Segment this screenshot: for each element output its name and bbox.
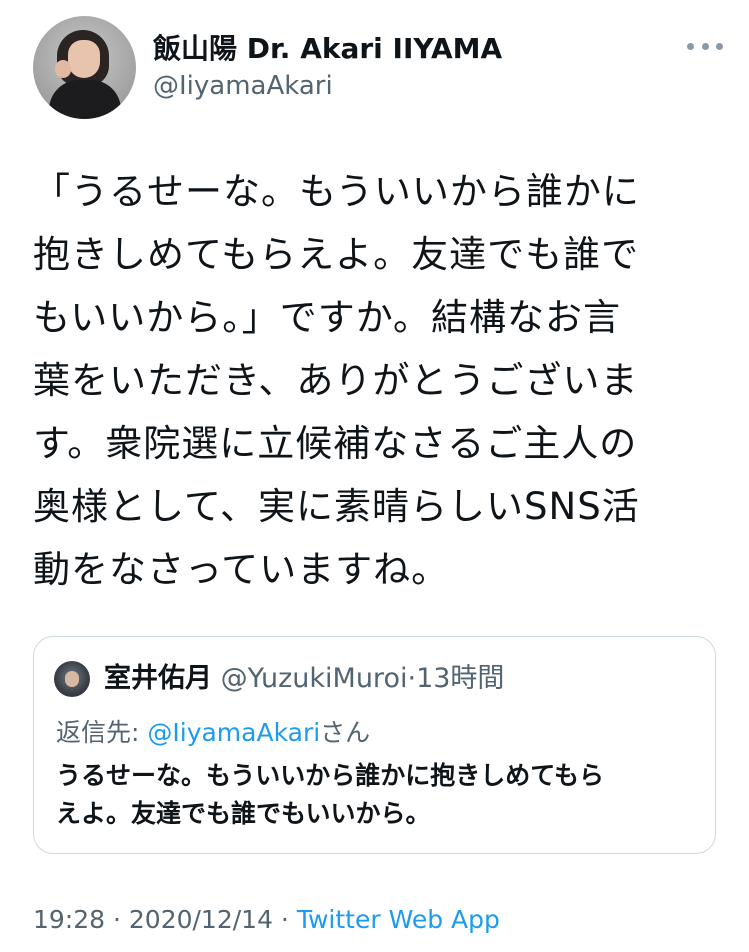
tweet-text-line: 葉をいただき、ありがとうございま	[33, 359, 639, 402]
tweet-text-line: 「うるせーな。もういいから誰かに	[33, 170, 640, 213]
quoted-tweet[interactable]: 室井佑月 @YuzukiMuroi·13時間 返信先: @IiyamaAkari…	[33, 636, 716, 854]
tweet-text-line: 抱きしめてもらえよ。友達でも誰で	[33, 233, 640, 276]
more-dot	[701, 42, 709, 50]
reply-handle-link[interactable]: @IiyamaAkari	[147, 718, 320, 747]
avatar-hand	[55, 60, 71, 78]
quoted-text-line: うるせーな。もういいから誰かに抱きしめてもら	[56, 761, 605, 790]
tweet-date[interactable]: 2020/12/14	[129, 905, 273, 934]
more-dot	[687, 42, 694, 50]
quoted-display-name[interactable]: 室井佑月	[104, 663, 212, 694]
meta-separator: ·	[272, 905, 297, 934]
reply-suffix: さん	[320, 718, 371, 747]
quoted-text: うるせーな。もういいから誰かに抱きしめてもら えよ。友達でも誰でもいいから。	[56, 757, 696, 833]
tweet-text-line: 動をなさっていますね。	[33, 548, 450, 591]
tweet: 飯山陽 Dr. Akari IIYAMA @IiyamaAkari 「うるせーな…	[0, 0, 749, 952]
tweet-header: 飯山陽 Dr. Akari IIYAMA @IiyamaAkari	[33, 16, 723, 120]
quoted-avatar[interactable]	[54, 661, 90, 697]
quoted-header: 室井佑月 @YuzukiMuroi·13時間	[104, 663, 504, 695]
author-handle[interactable]: @IiyamaAkari	[153, 70, 333, 102]
avatar[interactable]	[33, 16, 136, 119]
reply-prefix: 返信先:	[56, 718, 148, 747]
quoted-handle[interactable]: @YuzukiMuroi	[221, 663, 408, 694]
author-display-name[interactable]: 飯山陽 Dr. Akari IIYAMA	[153, 32, 502, 66]
quoted-separator: ·	[407, 663, 417, 694]
quoted-text-line: えよ。友達でも誰でもいいから。	[56, 799, 431, 828]
meta-separator: ·	[105, 905, 129, 934]
tweet-text: 「うるせーな。もういいから誰かに 抱きしめてもらえよ。友達でも誰で もいいから。…	[33, 160, 713, 601]
tweet-text-line: す。衆院選に立候補なさるご主人の	[33, 422, 638, 465]
tweet-meta: 19:28 · 2020/12/14 · Twitter Web App	[33, 904, 500, 936]
more-horizontal-icon[interactable]	[687, 36, 723, 56]
tweet-text-line: 奥様として、実に素晴らしいSNS活	[33, 485, 640, 528]
reply-context: 返信先: @IiyamaAkariさん	[56, 717, 370, 749]
more-dot	[716, 42, 723, 50]
tweet-text-line: もいいから。」ですか。結構なお言	[33, 296, 622, 339]
avatar-face	[68, 40, 100, 78]
tweet-time[interactable]: 19:28	[33, 905, 105, 934]
tweet-source-link[interactable]: Twitter Web App	[297, 905, 500, 934]
avatar-body	[49, 80, 121, 119]
quoted-time[interactable]: 13時間	[416, 663, 504, 694]
